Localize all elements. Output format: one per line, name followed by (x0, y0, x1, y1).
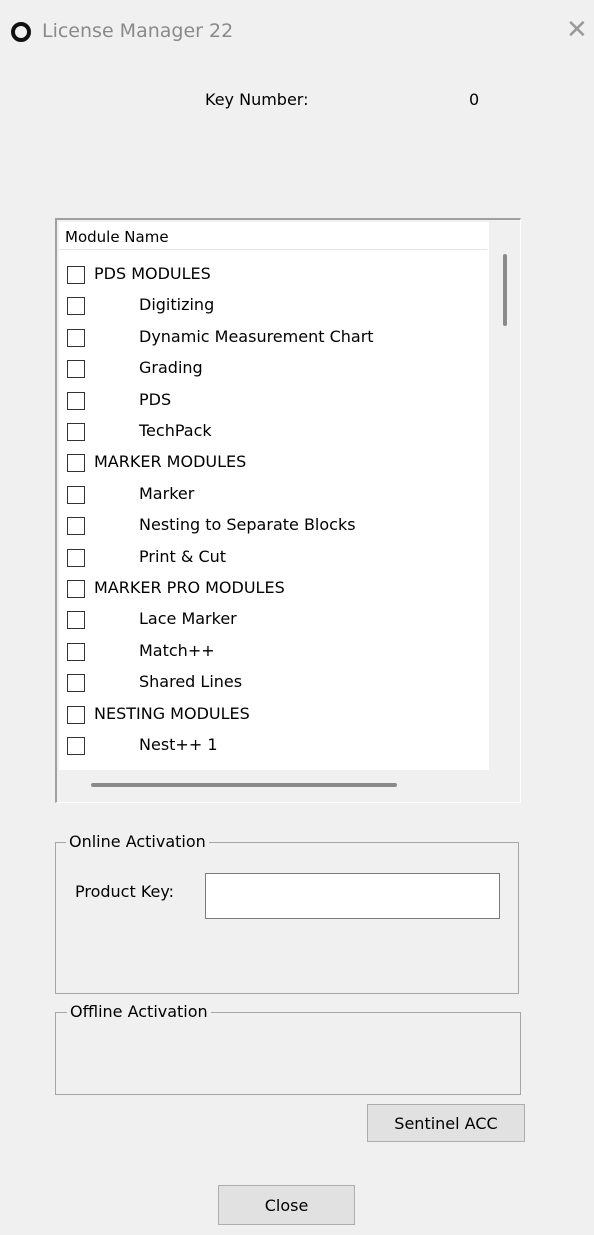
product-key-input[interactable] (205, 873, 500, 919)
module-checkbox[interactable] (67, 580, 85, 598)
module-label: Grading (139, 358, 203, 377)
module-checkbox[interactable] (67, 674, 85, 692)
module-row[interactable]: PDS MODULES (59, 259, 489, 290)
module-checkbox[interactable] (67, 611, 85, 629)
module-label: Lace Marker (139, 609, 237, 628)
module-label: Shared Lines (139, 672, 243, 691)
module-checkbox[interactable] (67, 517, 85, 535)
module-checkbox[interactable] (67, 360, 85, 378)
offline-activation-legend: Offline Activation (67, 1002, 211, 1022)
module-checkbox[interactable] (67, 643, 85, 661)
module-row[interactable]: TechPack (59, 416, 489, 447)
window-title: License Manager 22 (42, 20, 234, 42)
module-row[interactable]: Lace Marker (59, 604, 489, 635)
product-key-label: Product Key: (75, 882, 175, 901)
module-row[interactable]: Grading (59, 353, 489, 384)
vertical-scroll-thumb[interactable] (503, 254, 507, 326)
horizontal-scroll-thumb[interactable] (91, 783, 397, 787)
module-row[interactable]: Match++ (59, 636, 489, 667)
module-row[interactable]: Print & Cut (59, 542, 489, 573)
module-row[interactable]: Digitizing (59, 290, 489, 321)
module-checkbox[interactable] (67, 266, 85, 284)
key-number-value: 0 (469, 90, 480, 109)
module-group-label: MARKER MODULES (94, 452, 247, 471)
module-checkbox[interactable] (67, 297, 85, 315)
module-row[interactable]: MARKER PRO MODULES (59, 573, 489, 604)
module-label: Nesting to Separate Blocks (139, 515, 356, 534)
module-label: PDS (139, 390, 172, 409)
module-checkbox[interactable] (67, 486, 85, 504)
module-label: Nest++ 1 (139, 735, 218, 754)
module-group-label: PDS MODULES (94, 264, 211, 283)
module-checkbox[interactable] (67, 737, 85, 755)
module-label: Print & Cut (139, 547, 227, 566)
module-label: TechPack (139, 421, 212, 440)
title-bar: License Manager 22 ✕ (0, 0, 594, 66)
close-button[interactable]: Close (218, 1185, 355, 1225)
module-checkbox[interactable] (67, 454, 85, 472)
module-group-label: NESTING MODULES (94, 704, 250, 723)
module-group-label: MARKER PRO MODULES (94, 578, 285, 597)
online-activation-legend: Online Activation (66, 832, 209, 852)
sentinel-acc-button[interactable]: Sentinel ACC (367, 1104, 525, 1142)
offline-activation-group (55, 1012, 521, 1095)
module-label: Marker (139, 484, 195, 503)
module-checkbox[interactable] (67, 329, 85, 347)
module-row[interactable]: PDS (59, 385, 489, 416)
module-row[interactable]: Shared Lines (59, 667, 489, 698)
module-checkbox[interactable] (67, 392, 85, 410)
module-label: Digitizing (139, 295, 215, 314)
module-label: Dynamic Measurement Chart (139, 327, 374, 346)
key-number-label: Key Number: (205, 90, 309, 109)
close-icon[interactable]: ✕ (566, 14, 588, 46)
module-row[interactable]: Nest++ 1 (59, 730, 489, 761)
module-checkbox[interactable] (67, 423, 85, 441)
module-list-header[interactable]: Module Name (59, 224, 487, 250)
circle-logo-icon (11, 22, 31, 42)
module-row[interactable]: MARKER MODULES (59, 447, 489, 478)
module-row[interactable]: Marker (59, 479, 489, 510)
module-row[interactable]: NESTING MODULES (59, 699, 489, 730)
module-row[interactable]: Dynamic Measurement Chart (59, 322, 489, 353)
module-checkbox[interactable] (67, 549, 85, 567)
module-row[interactable]: Nesting to Separate Blocks (59, 510, 489, 541)
module-label: Match++ (139, 641, 215, 660)
module-checkbox[interactable] (67, 706, 85, 724)
